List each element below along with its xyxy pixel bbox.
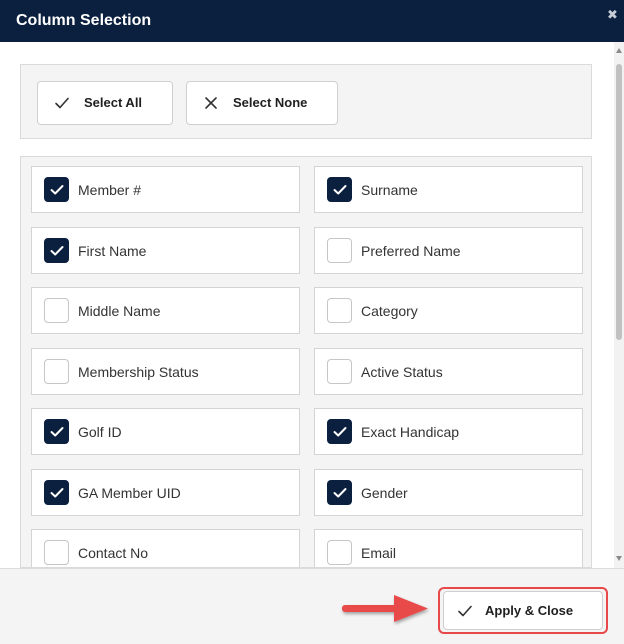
apply-close-label: Apply & Close [485,603,574,618]
column-option-label: Preferred Name [361,243,461,259]
column-option[interactable]: Middle Name [31,287,300,334]
column-option[interactable]: Email [314,529,583,567]
checkbox-checked[interactable] [44,419,69,444]
selection-toolbar: Select All Select None [20,64,592,139]
checkmark-icon [333,488,347,498]
checkbox-unchecked[interactable] [44,540,69,565]
checkbox-unchecked[interactable] [44,359,69,384]
checkmark-icon [50,427,64,437]
checkbox-checked[interactable] [327,480,352,505]
column-option-label: Gender [361,485,408,501]
column-option-label: GA Member UID [78,485,181,501]
column-option[interactable]: Exact Handicap [314,408,583,455]
checkmark-icon [50,185,64,195]
column-option[interactable]: GA Member UID [31,469,300,516]
vertical-scrollbar[interactable] [614,42,624,568]
checkmark-icon [333,185,347,195]
column-option[interactable]: Surname [314,166,583,213]
apply-close-button[interactable]: Apply & Close [443,591,603,630]
column-option-label: Email [361,545,397,561]
select-all-button[interactable]: Select All [37,81,173,125]
checkmark-icon [50,246,64,256]
column-list: Member # Surname First Name Preferred Name M… [20,156,592,568]
column-option-label: Member # [78,182,142,198]
dialog-header: Column Selection ✖ [0,0,624,42]
checkbox-unchecked[interactable] [327,298,352,323]
red-arrow-icon [342,595,428,622]
checkmark-icon [50,488,64,498]
checkbox-checked[interactable] [44,177,69,202]
checkbox-checked[interactable] [44,238,69,263]
scrollbar-thumb[interactable] [616,64,622,340]
checkbox-unchecked[interactable] [327,540,352,565]
checkbox-unchecked[interactable] [44,298,69,323]
column-option-label: First Name [78,243,147,259]
column-option-label: Active Status [361,364,443,380]
dialog-title: Column Selection [16,12,152,29]
column-option[interactable]: Membership Status [31,348,300,395]
column-option-label: Exact Handicap [361,424,460,440]
dialog-footer: Apply & Close [0,568,624,644]
select-all-label: Select All [84,95,143,110]
scroll-up-arrow-icon[interactable] [616,48,622,53]
column-option[interactable]: Preferred Name [314,227,583,274]
checkbox-unchecked[interactable] [327,238,352,263]
check-icon [458,605,472,617]
checkbox-checked[interactable] [327,177,352,202]
x-icon [205,97,217,109]
column-option-label: Golf ID [78,424,122,440]
check-icon [55,97,69,109]
column-option[interactable]: Category [314,287,583,334]
column-option[interactable]: Contact No [31,529,300,567]
column-option-label: Surname [361,182,418,198]
column-option[interactable]: Member # [31,166,300,213]
checkmark-icon [333,427,347,437]
checkbox-unchecked[interactable] [327,359,352,384]
close-icon[interactable]: ✖ [607,8,618,22]
column-option-label: Category [361,303,418,319]
checkbox-checked[interactable] [44,480,69,505]
select-none-button[interactable]: Select None [186,81,338,125]
column-option-label: Middle Name [78,303,161,319]
column-option-label: Contact No [78,545,149,561]
column-option[interactable]: First Name [31,227,300,274]
column-option[interactable]: Gender [314,469,583,516]
select-none-label: Select None [233,95,308,110]
checkbox-checked[interactable] [327,419,352,444]
column-option[interactable]: Golf ID [31,408,300,455]
column-option[interactable]: Active Status [314,348,583,395]
scroll-down-arrow-icon[interactable] [616,556,622,561]
column-option-label: Membership Status [78,364,199,380]
